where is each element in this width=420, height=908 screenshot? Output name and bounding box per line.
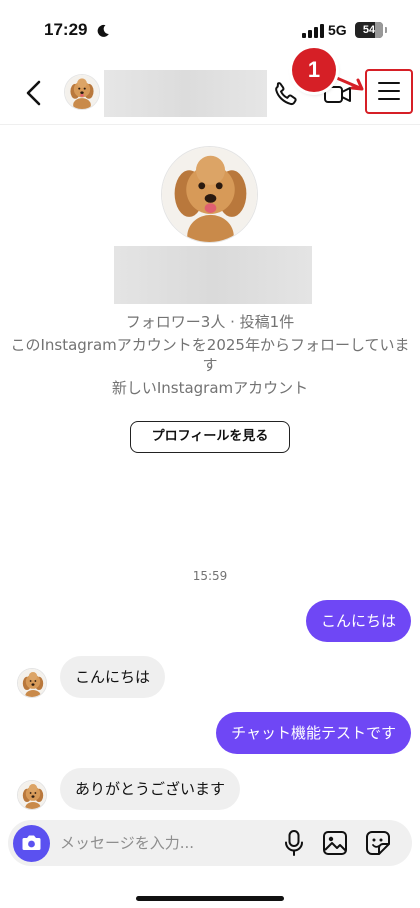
view-profile-button[interactable]: プロフィールを見る	[130, 421, 290, 453]
menu-button[interactable]	[365, 69, 413, 114]
profile-avatar[interactable]	[161, 146, 258, 243]
moon-icon	[97, 24, 109, 37]
message-received[interactable]: ありがとうございます	[60, 768, 241, 810]
dog-avatar-icon	[65, 75, 99, 109]
gallery-icon[interactable]	[321, 829, 349, 857]
dog-avatar-icon	[18, 781, 46, 809]
network-label: 5G	[328, 22, 347, 38]
mic-icon[interactable]	[283, 829, 305, 857]
blurred-username[interactable]	[104, 70, 267, 117]
message-timestamp: 15:59	[192, 569, 228, 583]
message-received[interactable]: こんにちは	[60, 656, 166, 698]
dog-avatar-icon	[18, 669, 46, 697]
battery-icon: 54	[355, 22, 383, 38]
battery-level: 54	[362, 24, 376, 36]
message-sent[interactable]: チャット機能テストです	[216, 712, 411, 754]
dog-avatar-icon	[162, 147, 257, 242]
followers-count: フォロワー3人 · 投稿1件	[125, 313, 295, 331]
avatar[interactable]	[17, 780, 47, 810]
camera-button[interactable]	[13, 825, 50, 862]
account-type: 新しいInstagramアカウント	[111, 379, 309, 397]
status-time: 17:29	[44, 20, 88, 39]
avatar[interactable]	[64, 74, 100, 110]
avatar[interactable]	[17, 668, 47, 698]
message-input[interactable]	[60, 831, 270, 855]
signal-icon	[302, 24, 324, 38]
menu-icon	[378, 82, 400, 84]
home-indicator	[136, 896, 284, 901]
camera-icon	[22, 835, 41, 850]
back-icon[interactable]	[22, 78, 46, 108]
header-divider	[0, 124, 420, 125]
battery-cap	[385, 27, 387, 33]
message-sent[interactable]: こんにちは	[305, 600, 411, 642]
annotation-badge: 1	[292, 48, 336, 92]
blurred-profile-name	[114, 246, 312, 304]
phone-icon[interactable]	[272, 80, 300, 108]
follow-since: このInstagramアカウントを2025年からフォローしています	[10, 336, 410, 374]
sticker-icon[interactable]	[364, 829, 392, 857]
